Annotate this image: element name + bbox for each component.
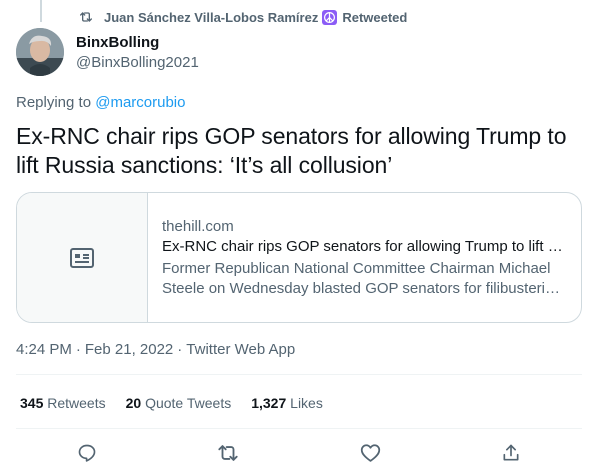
likes-label: Likes xyxy=(290,395,323,411)
share-icon xyxy=(503,444,519,461)
card-title: Ex-RNC chair rips GOP senators for allow… xyxy=(162,238,567,255)
quote-tweets-stat[interactable]: 20 Quote Tweets xyxy=(126,395,232,411)
divider xyxy=(16,428,582,429)
engagement-stats: 345 Retweets 20 Quote Tweets 1,327 Likes xyxy=(20,395,343,411)
like-button[interactable] xyxy=(357,440,383,466)
retweets-stat[interactable]: 345 Retweets xyxy=(20,395,106,411)
meta-separator: · xyxy=(177,341,183,358)
divider xyxy=(16,374,582,375)
heart-icon xyxy=(360,444,380,462)
article-icon xyxy=(70,247,94,268)
quote-tweets-count: 20 xyxy=(125,395,142,411)
author-handle[interactable]: @BinxBolling2021 xyxy=(76,54,199,71)
retweets-label: Retweets xyxy=(47,395,106,411)
action-bar xyxy=(16,440,582,466)
likes-stat[interactable]: 1,327 Likes xyxy=(251,395,323,411)
avatar[interactable] xyxy=(16,28,64,76)
reply-icon xyxy=(78,444,96,462)
tweet-date[interactable]: Feb 21, 2022 xyxy=(85,341,173,358)
card-description-line: Former Republican National Committee Cha… xyxy=(162,260,551,277)
meta-separator: · xyxy=(75,341,81,358)
retweet-icon xyxy=(80,12,92,22)
tweet-source[interactable]: Twitter Web App xyxy=(186,341,295,358)
tweet-meta: 4:24 PM · Feb 21, 2022 · Twitter Web App xyxy=(16,341,295,358)
share-button[interactable] xyxy=(498,440,524,466)
author-display-name[interactable]: BinxBolling xyxy=(76,34,159,51)
replying-to: Replying to @marcorubio xyxy=(16,94,185,111)
card-description: Former Republican National Committee Cha… xyxy=(162,259,567,299)
peace-sign-icon xyxy=(322,9,338,25)
retweets-count: 345 xyxy=(20,395,44,411)
retweet-button[interactable] xyxy=(215,440,241,466)
card-domain: thehill.com xyxy=(162,218,234,235)
retweet-context: Juan Sánchez Villa-Lobos Ramírez Retweet… xyxy=(78,8,407,26)
retweeted-label: Retweeted xyxy=(342,9,408,25)
card-body: thehill.com Ex-RNC chair rips GOP senato… xyxy=(148,193,581,322)
retweet-icon xyxy=(218,445,238,461)
mention-link[interactable]: @marcorubio xyxy=(95,94,185,111)
thread-connector-line xyxy=(40,0,42,22)
reply-button[interactable] xyxy=(74,440,100,466)
card-description-line: Steele on Wednesday blasted GOP senators… xyxy=(162,280,567,297)
quote-tweets-label: Quote Tweets xyxy=(145,395,232,411)
retweeter-name[interactable]: Juan Sánchez Villa-Lobos Ramírez xyxy=(104,10,318,25)
replying-to-label: Replying to xyxy=(16,94,92,111)
card-thumbnail xyxy=(17,193,148,322)
likes-count: 1,327 xyxy=(251,395,287,411)
tweet-time[interactable]: 4:24 PM xyxy=(16,341,72,358)
link-card[interactable]: thehill.com Ex-RNC chair rips GOP senato… xyxy=(16,192,582,323)
tweet-text: Ex-RNC chair rips GOP senators for allow… xyxy=(16,123,567,178)
